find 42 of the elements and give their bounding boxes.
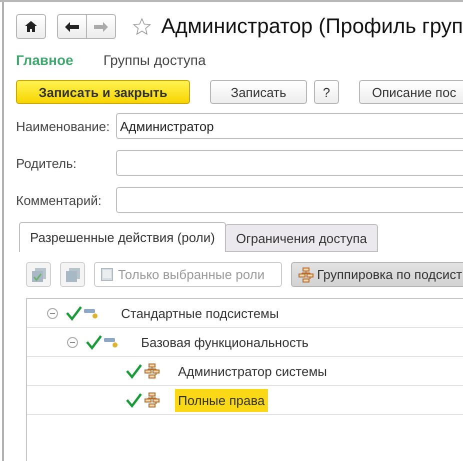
hierarchy-icon (144, 392, 160, 408)
tree-item[interactable]: Базовая функциональность (138, 330, 312, 354)
stacked-squares-icon (66, 268, 80, 282)
tree-item[interactable]: Полные права (175, 388, 268, 412)
tab[interactable]: Разрешенные действия (роли) (19, 222, 226, 252)
check-all-button[interactable] (26, 262, 51, 287)
home-button[interactable] (16, 14, 46, 39)
section-link[interactable]: Группы доступа (103, 52, 206, 68)
checkmark-icon[interactable] (66, 305, 82, 321)
list-icon (101, 268, 113, 281)
input-field[interactable] (116, 187, 463, 213)
save-button[interactable]: Записать (210, 80, 307, 104)
home-icon (24, 21, 37, 32)
window-title: Администратор (Профиль груп (161, 14, 463, 38)
save-and-close-button[interactable]: Записать и закрыть (16, 80, 190, 104)
checkmark-icon[interactable] (126, 392, 142, 408)
tree-item[interactable]: Стандартные подсистемы (118, 302, 282, 324)
field-label: Родитель: (16, 156, 78, 170)
subsystem-icon (84, 307, 98, 319)
hierarchy-icon (298, 266, 314, 282)
back-button[interactable] (56, 14, 87, 39)
stacked-check-icon (32, 268, 46, 282)
checkmark-icon[interactable] (126, 363, 142, 379)
tree-item[interactable]: Администратор системы (175, 360, 330, 382)
input-field[interactable] (116, 150, 463, 176)
forward-arrow-icon (94, 22, 108, 32)
collapse-icon[interactable] (47, 308, 58, 318)
hierarchy-icon (144, 363, 160, 379)
collapse-icon[interactable] (67, 336, 78, 348)
grouping-toggle[interactable]: Группировка по подсист (291, 262, 463, 287)
uncheck-all-button[interactable] (60, 262, 85, 287)
subsystem-icon (104, 336, 118, 348)
back-arrow-icon (64, 22, 79, 32)
tab[interactable]: Ограничения доступа (224, 224, 378, 252)
checkmark-icon[interactable] (86, 334, 102, 350)
star-icon[interactable] (133, 16, 152, 37)
field-label: Комментарий: (16, 192, 102, 208)
help-button[interactable]: ? (314, 80, 339, 104)
field-label: Наименование: (16, 118, 111, 134)
description-button[interactable]: Описание пос (359, 80, 463, 104)
field-value: Администратор (120, 118, 214, 134)
input-field[interactable]: Администратор (116, 113, 463, 139)
